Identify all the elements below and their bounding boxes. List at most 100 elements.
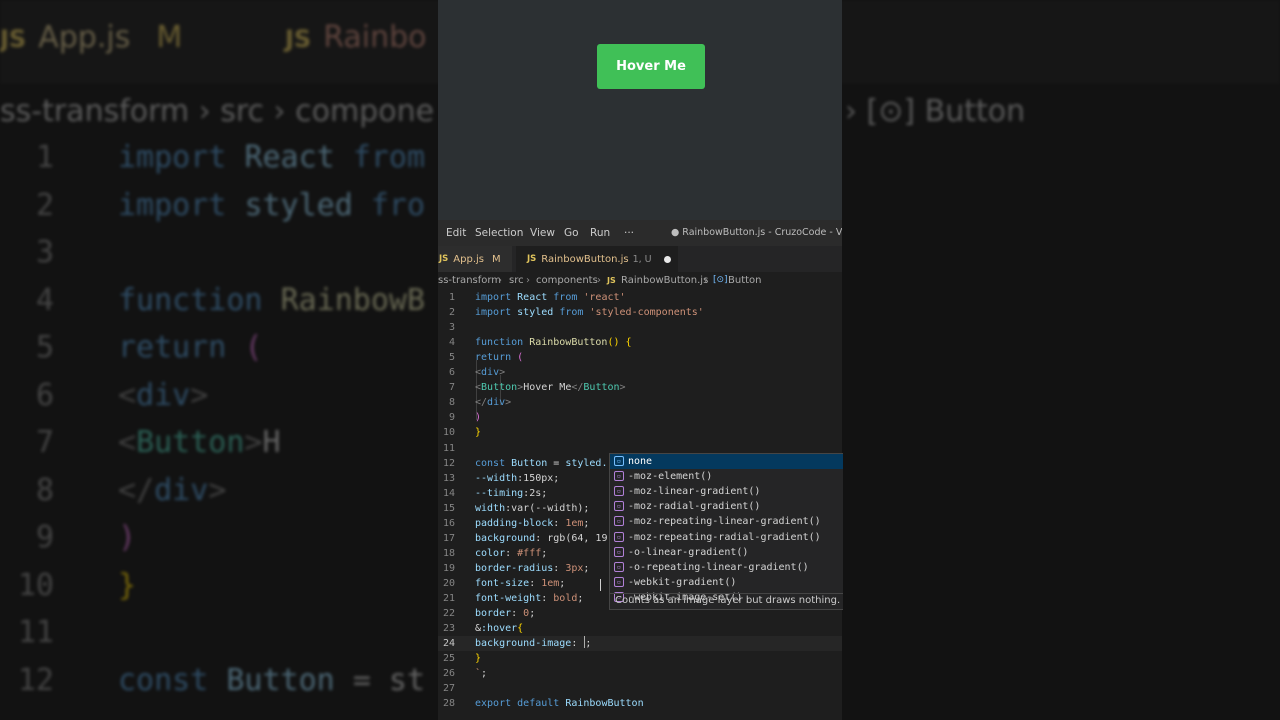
chevron-right-icon: › bbox=[704, 275, 708, 286]
line-code: color: #fff; bbox=[475, 546, 547, 561]
code-token: :var(--width); bbox=[505, 502, 590, 514]
code-token: ) bbox=[475, 412, 482, 424]
code-token: : bbox=[541, 593, 554, 604]
code-token: width bbox=[475, 502, 506, 514]
line-code: } bbox=[118, 568, 136, 603]
code-token: color bbox=[475, 547, 506, 559]
code-token: = bbox=[553, 457, 566, 469]
line-number: 15 bbox=[442, 502, 455, 514]
line-number: 14 bbox=[442, 487, 455, 499]
code-token: #fff bbox=[517, 547, 542, 559]
code-line[interactable]: 28 export default RainbowButton bbox=[438, 696, 842, 711]
backdrop-tab-app-js: JS App.js M bbox=[0, 20, 183, 55]
unsaved-dot-icon[interactable] bbox=[663, 255, 671, 263]
breadcrumb-file[interactable]: RainbowButton.js bbox=[621, 275, 708, 286]
line-number: 2 bbox=[35, 187, 54, 223]
code-token: fro bbox=[370, 187, 426, 223]
code-line[interactable]: 8 </div> bbox=[438, 395, 842, 410]
suggest-detail: Counts as an image layer but draws nothi… bbox=[610, 593, 843, 609]
menu-view[interactable]: View bbox=[530, 227, 555, 239]
line-code: export default RainbowButton bbox=[475, 696, 644, 711]
code-token: </ bbox=[571, 382, 584, 394]
chevron-right-icon: › bbox=[526, 275, 530, 286]
breadcrumb-symbol[interactable]: Button bbox=[728, 275, 762, 286]
code-token: : bbox=[529, 577, 542, 589]
function-icon: ▫ bbox=[614, 576, 624, 587]
suggest-item[interactable]: ▫ -moz-repeating-linear-gradient() bbox=[610, 514, 843, 529]
suggest-item[interactable]: ▫ -moz-element() bbox=[610, 469, 843, 484]
menu-run[interactable]: Run bbox=[590, 227, 610, 239]
code-line[interactable]: 23 &:hover{ bbox=[438, 621, 842, 636]
code-line[interactable]: 9 ) bbox=[438, 410, 842, 425]
code-token: } bbox=[475, 427, 482, 439]
code-token: > bbox=[244, 425, 263, 460]
autocomplete-suggest-widget[interactable]: ▫ none ▫ -moz-element() ▫ -moz-linear-gradien… bbox=[609, 453, 843, 610]
suggest-item[interactable]: ▫ -moz-radial-gradient() bbox=[610, 499, 843, 514]
line-number: 4 bbox=[35, 282, 54, 318]
code-token: ; bbox=[583, 562, 590, 574]
code-line[interactable]: 4 function RainbowButton() { bbox=[438, 335, 842, 350]
code-token: default bbox=[517, 698, 566, 710]
text-cursor-icon bbox=[600, 579, 604, 591]
line-code: </div> bbox=[475, 395, 511, 410]
backdrop-code-line: 4 function RainbowB bbox=[0, 283, 440, 331]
tab-rainbow-button-js[interactable]: JS RainbowButton.js 1, U bbox=[516, 246, 678, 272]
code-line[interactable]: 2 import styled from 'styled-components' bbox=[438, 305, 842, 320]
code-line[interactable]: 1 import React from 'react' bbox=[438, 290, 842, 305]
suggest-item[interactable]: ▫ -o-repeating-linear-gradient() bbox=[610, 560, 843, 575]
code-token: : bbox=[571, 638, 584, 650]
line-number: 21 bbox=[442, 593, 455, 604]
suggest-item[interactable]: ▫ none bbox=[610, 454, 843, 469]
window-title: ● RainbowButton.js - CruzoCode - Visual bbox=[671, 227, 842, 238]
code-token: function bbox=[118, 282, 281, 318]
value-icon: ▫ bbox=[614, 456, 624, 466]
line-code: <Button>H bbox=[118, 425, 281, 460]
code-token: padding-block bbox=[475, 517, 554, 529]
menu-edit[interactable]: Edit bbox=[446, 227, 466, 239]
breadcrumb-project[interactable]: ss-transform bbox=[438, 275, 501, 286]
line-number: 5 bbox=[35, 330, 54, 365]
suggest-item[interactable]: ▫ -moz-linear-gradient() bbox=[610, 484, 843, 499]
code-line[interactable]: 5 return ( bbox=[438, 350, 842, 365]
suggest-item[interactable]: ▫ -webkit-gradient() bbox=[610, 575, 843, 590]
code-line[interactable]: 27 bbox=[438, 681, 842, 696]
editor-tab-bar: JS App.js M JS RainbowButton.js 1, U bbox=[438, 246, 842, 272]
menu-more[interactable]: ··· bbox=[624, 227, 634, 239]
code-token: background bbox=[475, 532, 536, 544]
backdrop-code-line: 3 bbox=[0, 235, 440, 283]
line-number: 25 bbox=[442, 653, 455, 665]
breadcrumb-components[interactable]: components bbox=[536, 275, 598, 286]
hover-me-button[interactable]: Hover Me bbox=[597, 44, 705, 89]
suggest-item-label: -o-linear-gradient() bbox=[628, 546, 749, 558]
code-token: > bbox=[208, 472, 227, 508]
code-token: > bbox=[499, 367, 506, 379]
code-token: RainbowB bbox=[280, 282, 426, 318]
line-number: 17 bbox=[442, 532, 455, 544]
suggest-item[interactable]: ▫ -o-linear-gradient() bbox=[610, 545, 843, 560]
breadcrumb-src[interactable]: src bbox=[509, 275, 524, 286]
code-token: > bbox=[190, 377, 209, 413]
code-line[interactable]: 7 <Button>Hover Me</Button> bbox=[438, 380, 842, 395]
video-panel: Hover Me Edit Selection View Go Run ··· … bbox=[438, 0, 842, 720]
code-line[interactable]: 10} bbox=[438, 425, 842, 440]
code-token: ; bbox=[559, 577, 566, 589]
code-token: > bbox=[619, 382, 626, 394]
line-code: } bbox=[475, 425, 481, 440]
line-number: 26 bbox=[442, 668, 455, 680]
suggest-item[interactable]: ▫ -moz-repeating-radial-gradient() bbox=[610, 530, 843, 545]
menu-go[interactable]: Go bbox=[564, 227, 579, 239]
menu-selection[interactable]: Selection bbox=[475, 227, 523, 239]
line-code: const Button = st bbox=[118, 663, 425, 698]
code-line[interactable]: 25} bbox=[438, 651, 842, 666]
line-code: import React from 'react' bbox=[475, 290, 626, 305]
code-line[interactable]: 6 <div> bbox=[438, 365, 842, 380]
line-code: import styled from 'styled-components' bbox=[475, 305, 704, 320]
code-token: 3px bbox=[565, 562, 584, 574]
line-number: 3 bbox=[448, 322, 455, 334]
line-code: &:hover{ bbox=[475, 621, 523, 636]
code-line[interactable]: 26 `; bbox=[438, 666, 842, 681]
code-line[interactable]: 24 background-image: ; bbox=[438, 636, 842, 652]
tab-app-js[interactable]: JS App.js M bbox=[438, 246, 512, 272]
line-code: </div> bbox=[118, 473, 226, 508]
code-line[interactable]: 3 bbox=[438, 320, 842, 335]
